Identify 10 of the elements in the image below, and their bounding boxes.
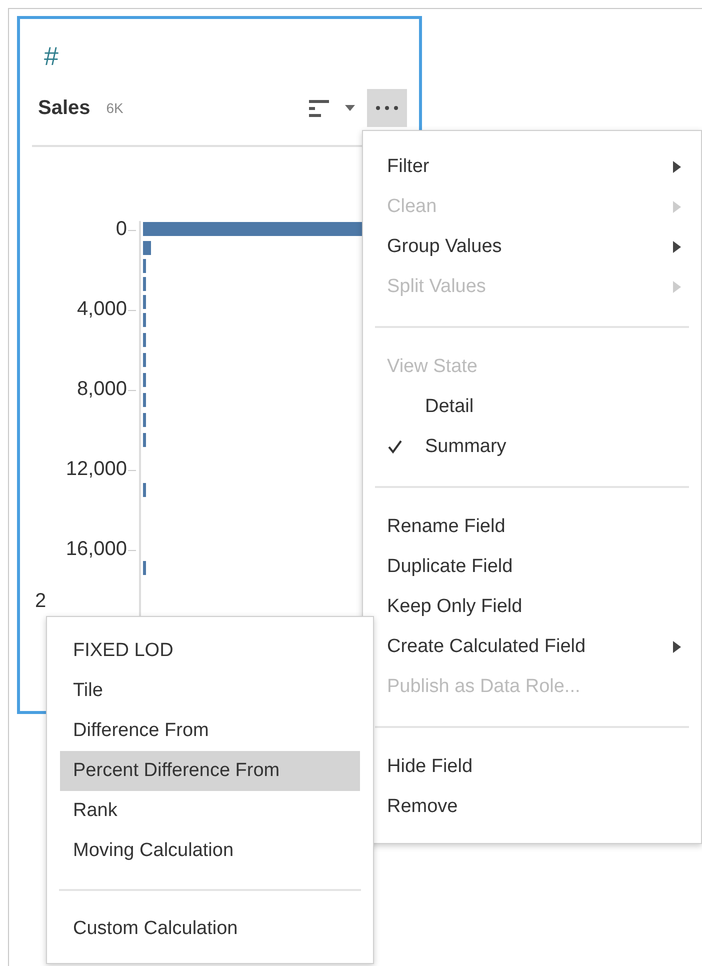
- axis-label: 0: [116, 219, 127, 239]
- axis-label: 8,000: [76, 379, 127, 399]
- axis-label: 4,000: [76, 299, 127, 319]
- axis-label: 2: [35, 591, 46, 611]
- field-name: Sales: [38, 96, 90, 121]
- number-type-icon: #: [44, 41, 58, 71]
- record-count: 6K: [106, 98, 124, 118]
- axis-label: 16,000: [66, 539, 127, 559]
- menu-section-header: View State: [386, 354, 478, 379]
- axis-label: 12,000: [66, 459, 127, 479]
